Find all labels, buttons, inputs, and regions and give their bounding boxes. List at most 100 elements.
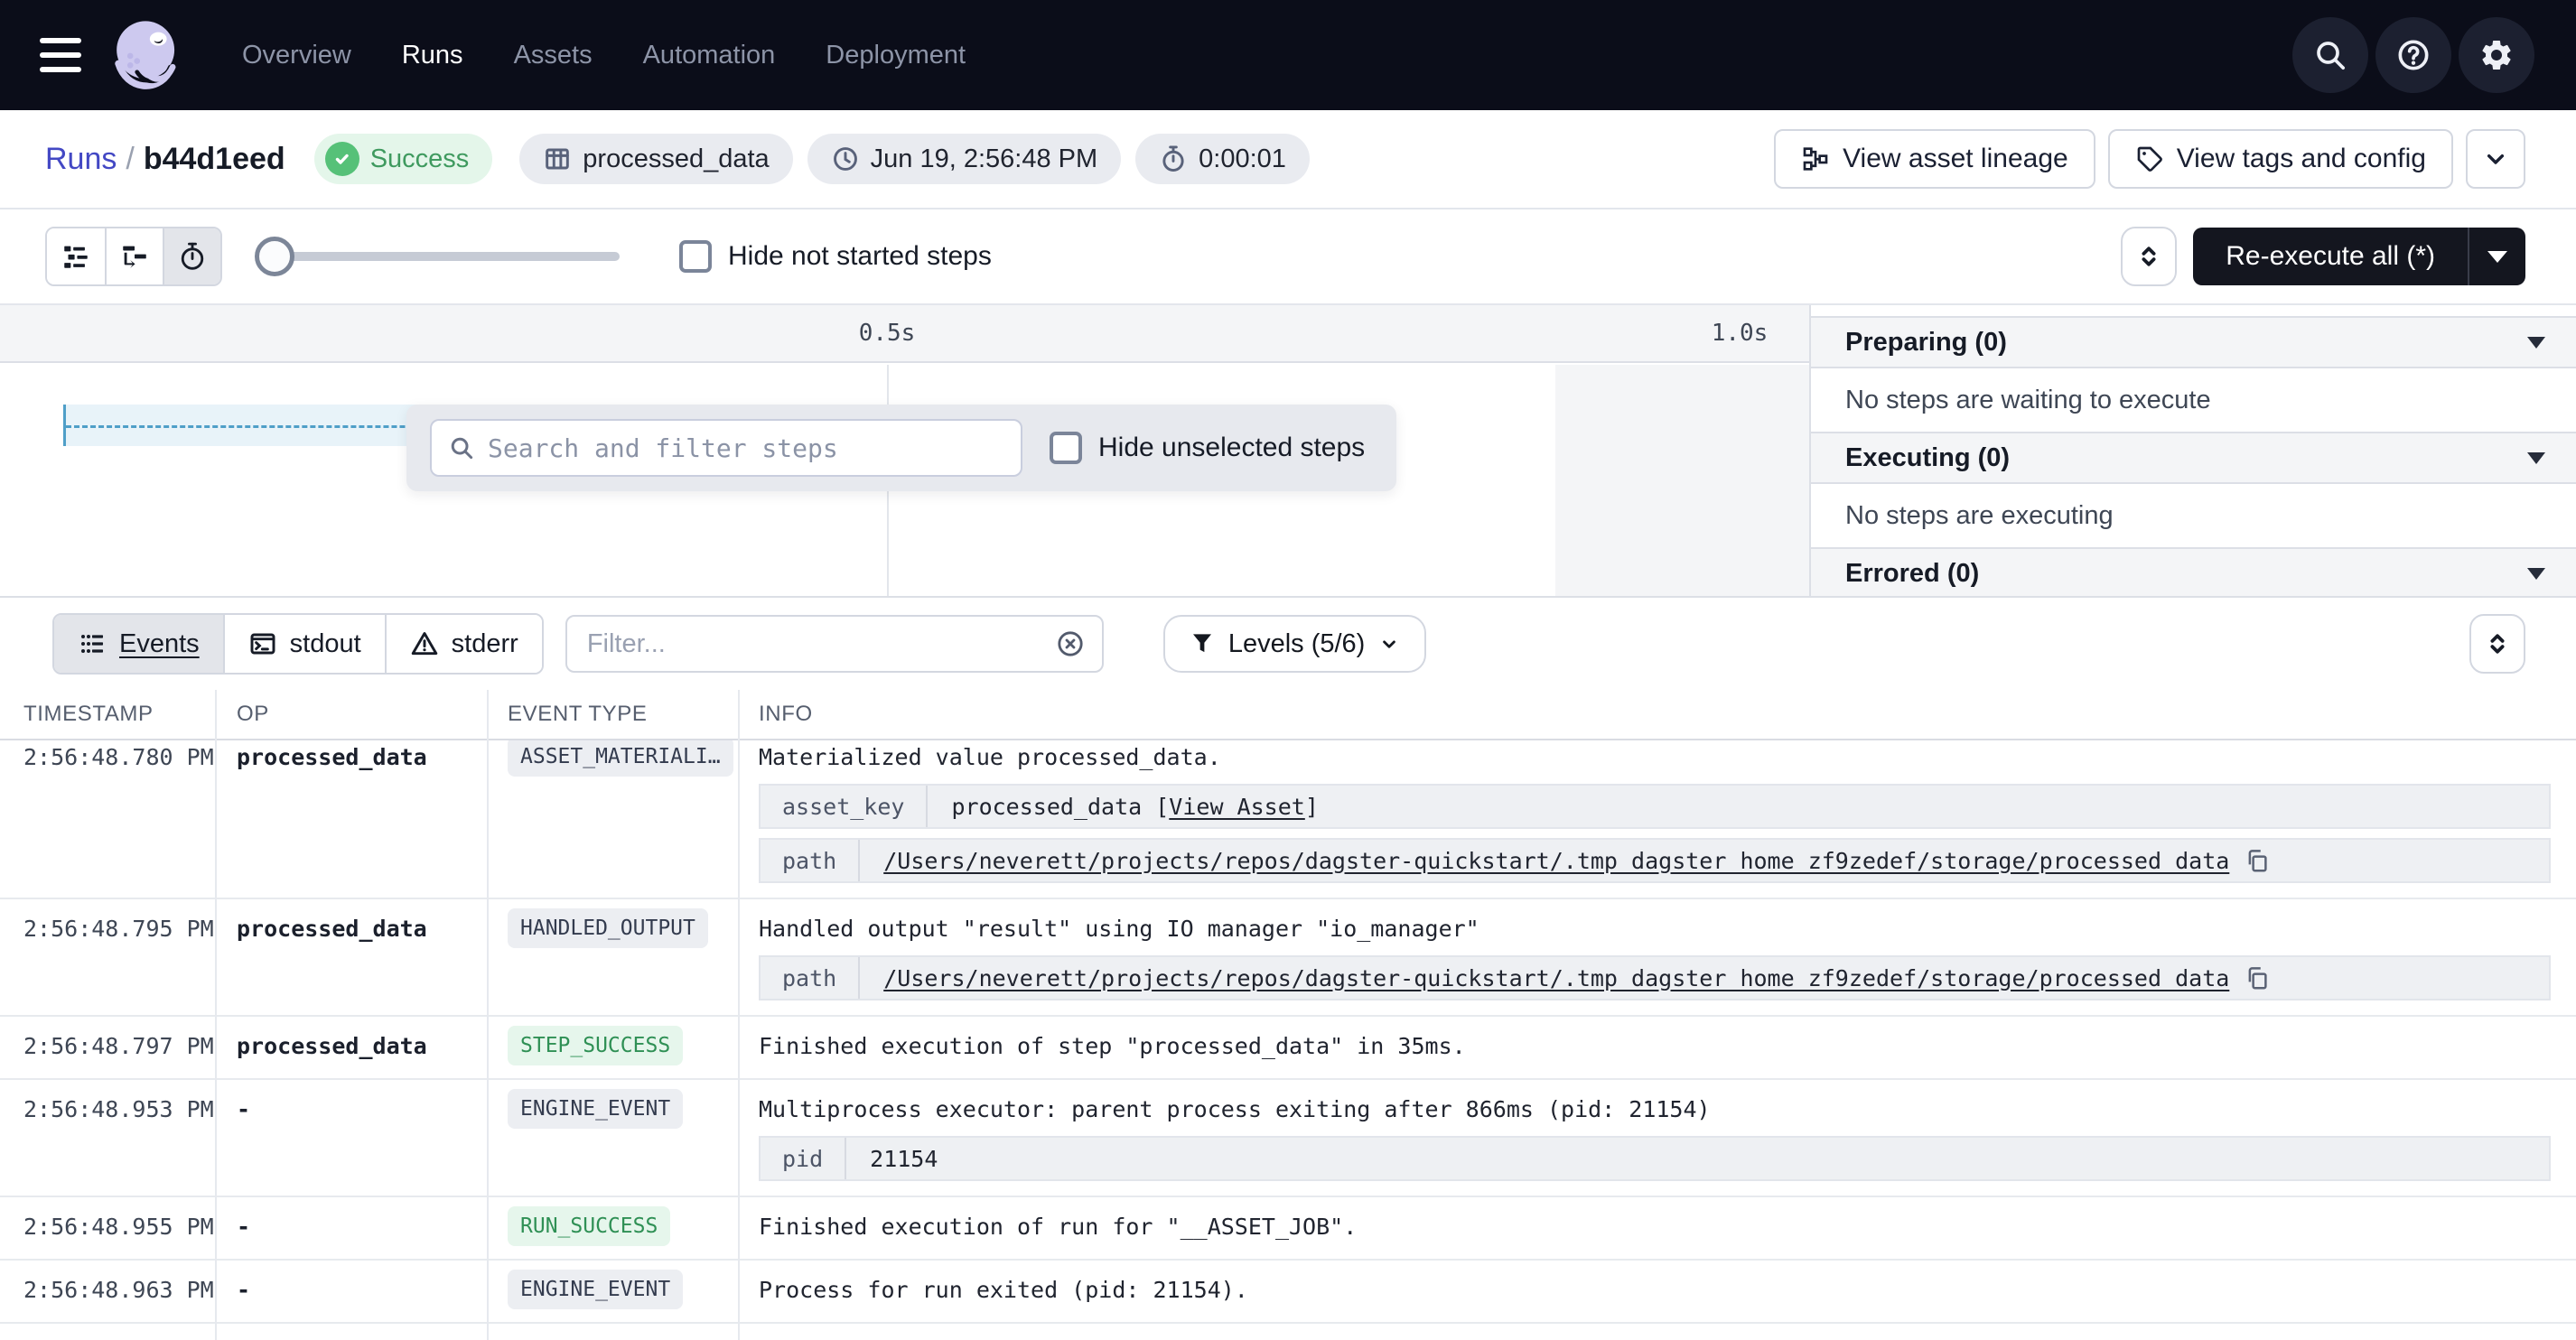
caret-down-icon <box>2527 452 2545 464</box>
column-header-info: INFO <box>759 702 813 727</box>
view-asset-lineage-button[interactable]: View asset lineage <box>1774 129 2095 189</box>
metadata-path-link[interactable]: /Users/neverett/projects/repos/dagster-q… <box>883 965 2229 991</box>
metadata-link[interactable]: View Asset <box>1169 794 1305 820</box>
settings-icon <box>2478 37 2515 73</box>
event-timestamp: 2:56:48.953 PM <box>23 1091 214 1127</box>
status-section-header[interactable]: Executing (0) <box>1811 432 2576 484</box>
dagster-logo[interactable] <box>105 13 190 98</box>
run-tag-label: Jun 19, 2:56:48 PM <box>871 144 1098 174</box>
header-more-button[interactable] <box>2466 129 2525 189</box>
settings-button[interactable] <box>2459 17 2534 93</box>
event-info: Finished execution of step "processed_da… <box>759 1028 2551 1064</box>
reexecute-all-button[interactable]: Re-execute all (*) <box>2193 228 2468 285</box>
search-button[interactable] <box>2292 17 2368 93</box>
event-row[interactable]: 2:56:48.795 PMprocessed_dataHANDLED_OUTP… <box>0 899 2576 1017</box>
stopwatch-icon <box>177 241 208 272</box>
nav-item-automation[interactable]: Automation <box>643 41 776 70</box>
event-op: processed_data <box>237 1028 427 1064</box>
help-button[interactable] <box>2375 17 2451 93</box>
run-tag[interactable]: Jun 19, 2:56:48 PM <box>807 134 1122 184</box>
event-metadata-row: path/Users/neverett/projects/repos/dagst… <box>759 955 2551 1000</box>
caret-down-icon <box>2527 337 2545 349</box>
log-filter-box <box>565 615 1104 673</box>
chevron-down-icon <box>2481 144 2510 173</box>
zoom-slider-handle[interactable] <box>255 237 294 276</box>
hide-unselected-checkbox[interactable] <box>1050 432 1082 464</box>
gantt-expand-button[interactable] <box>2121 227 2177 286</box>
event-row[interactable]: 2:56:48.780 PMprocessed_dataASSET_MATERI… <box>0 728 2576 899</box>
success-check-icon <box>325 142 359 176</box>
nav-item-deployment[interactable]: Deployment <box>826 41 966 70</box>
step-search-input[interactable] <box>488 433 1004 463</box>
tab-Events[interactable]: Events <box>54 615 223 673</box>
gantt-view-switcher <box>45 227 222 286</box>
timeline-tick: 1.0s <box>1712 320 1769 347</box>
event-op: - <box>237 1271 250 1307</box>
caret-down-icon <box>2487 251 2507 263</box>
clock-icon <box>831 144 860 173</box>
run-tag[interactable]: processed_data <box>519 134 792 184</box>
tab-stderr[interactable]: stderr <box>385 615 542 673</box>
run-tag-label: 0:00:01 <box>1199 144 1286 174</box>
event-info: Process for run exited (pid: 21154). <box>759 1271 2551 1307</box>
status-section-title: Executing (0) <box>1845 443 2010 473</box>
event-type-cell: HANDLED_OUTPUT <box>508 908 708 948</box>
copy-icon[interactable] <box>2244 847 2271 874</box>
timed-view-button[interactable] <box>163 228 220 284</box>
clear-filter-icon[interactable] <box>1055 628 1086 659</box>
event-row[interactable]: 2:56:48.963 PM-ENGINE_EVENTProcess for r… <box>0 1261 2576 1324</box>
event-info: Handled output "result" using IO manager… <box>759 910 2551 1000</box>
event-op: - <box>237 1208 250 1244</box>
nav-item-overview[interactable]: Overview <box>242 41 351 70</box>
event-info-text: Materialized value processed_data. <box>759 739 2551 775</box>
timeline-tick: 0.5s <box>859 320 916 347</box>
status-sections: Preparing (0) No steps are waiting to exe… <box>1811 316 2576 596</box>
levels-dropdown-button[interactable]: Levels (5/6) <box>1163 615 1427 673</box>
copy-icon[interactable] <box>2244 964 2271 991</box>
waterfall-view-button[interactable] <box>105 228 163 284</box>
column-header-op: OP <box>237 702 269 727</box>
hide-unselected-row: Hide unselected steps <box>1050 432 1365 464</box>
breadcrumb: Runs/b44d1eed <box>45 142 285 177</box>
flat-view-button[interactable] <box>47 228 105 284</box>
status-label: Success <box>370 144 470 174</box>
metadata-key: path <box>761 957 860 999</box>
nav-item-assets[interactable]: Assets <box>514 41 593 70</box>
event-timestamp: 2:56:48.780 PM <box>23 739 214 775</box>
hide-not-started-checkbox[interactable] <box>679 240 712 273</box>
breadcrumb-runs-link[interactable]: Runs <box>45 142 117 176</box>
view-tags-config-button[interactable]: View tags and config <box>2108 129 2453 189</box>
reexecute-dropdown-button[interactable] <box>2469 228 2525 285</box>
status-section-title: Preparing (0) <box>1845 328 2007 358</box>
status-section-body: No steps are executing <box>1811 484 2576 547</box>
metadata-key: pid <box>761 1138 846 1179</box>
event-metadata-row: path/Users/neverett/projects/repos/dagst… <box>759 838 2551 883</box>
nav-items: Overview Runs Assets Automation Deployment <box>242 41 966 70</box>
tab-stdout[interactable]: stdout <box>223 615 385 673</box>
metadata-path-link[interactable]: /Users/neverett/projects/repos/dagster-q… <box>883 848 2229 874</box>
warning-icon <box>410 629 439 658</box>
event-timestamp: 2:56:48.963 PM <box>23 1271 214 1307</box>
status-section-body: No steps are waiting to execute <box>1811 368 2576 432</box>
metadata-value: /Users/neverett/projects/repos/dagster-q… <box>860 840 2549 881</box>
log-filter-input[interactable] <box>587 629 1046 659</box>
event-row[interactable]: 2:56:48.953 PM-ENGINE_EVENTMultiprocess … <box>0 1080 2576 1197</box>
run-tag[interactable]: 0:00:01 <box>1135 134 1310 184</box>
event-timestamp: 2:56:48.795 PM <box>23 910 214 946</box>
hamburger-menu-icon[interactable] <box>40 38 81 72</box>
tab-label: Events <box>119 629 200 659</box>
event-op: - <box>237 1091 250 1127</box>
event-row[interactable]: 2:56:48.955 PM-RUN_SUCCESSFinished execu… <box>0 1197 2576 1261</box>
status-section-header[interactable]: Errored (0) <box>1811 547 2576 596</box>
event-type-pill: STEP_SUCCESS <box>508 1026 683 1065</box>
expand-collapse-icon <box>2484 630 2511 657</box>
events-table: TIMESTAMPOPEVENT TYPEINFO 2:56:48.780 PM… <box>0 690 2576 1340</box>
zoom-slider[interactable] <box>258 252 620 261</box>
event-metadata-row: asset_keyprocessed_data [View Asset] <box>759 784 2551 829</box>
event-row[interactable]: 2:56:48.797 PMprocessed_dataSTEP_SUCCESS… <box>0 1017 2576 1080</box>
tab-label: stdout <box>290 629 361 659</box>
events-table-body: 2:56:48.780 PMprocessed_dataASSET_MATERI… <box>0 728 2576 1324</box>
log-expand-button[interactable] <box>2469 614 2525 674</box>
status-section-header[interactable]: Preparing (0) <box>1811 316 2576 368</box>
nav-item-runs[interactable]: Runs <box>402 41 463 70</box>
